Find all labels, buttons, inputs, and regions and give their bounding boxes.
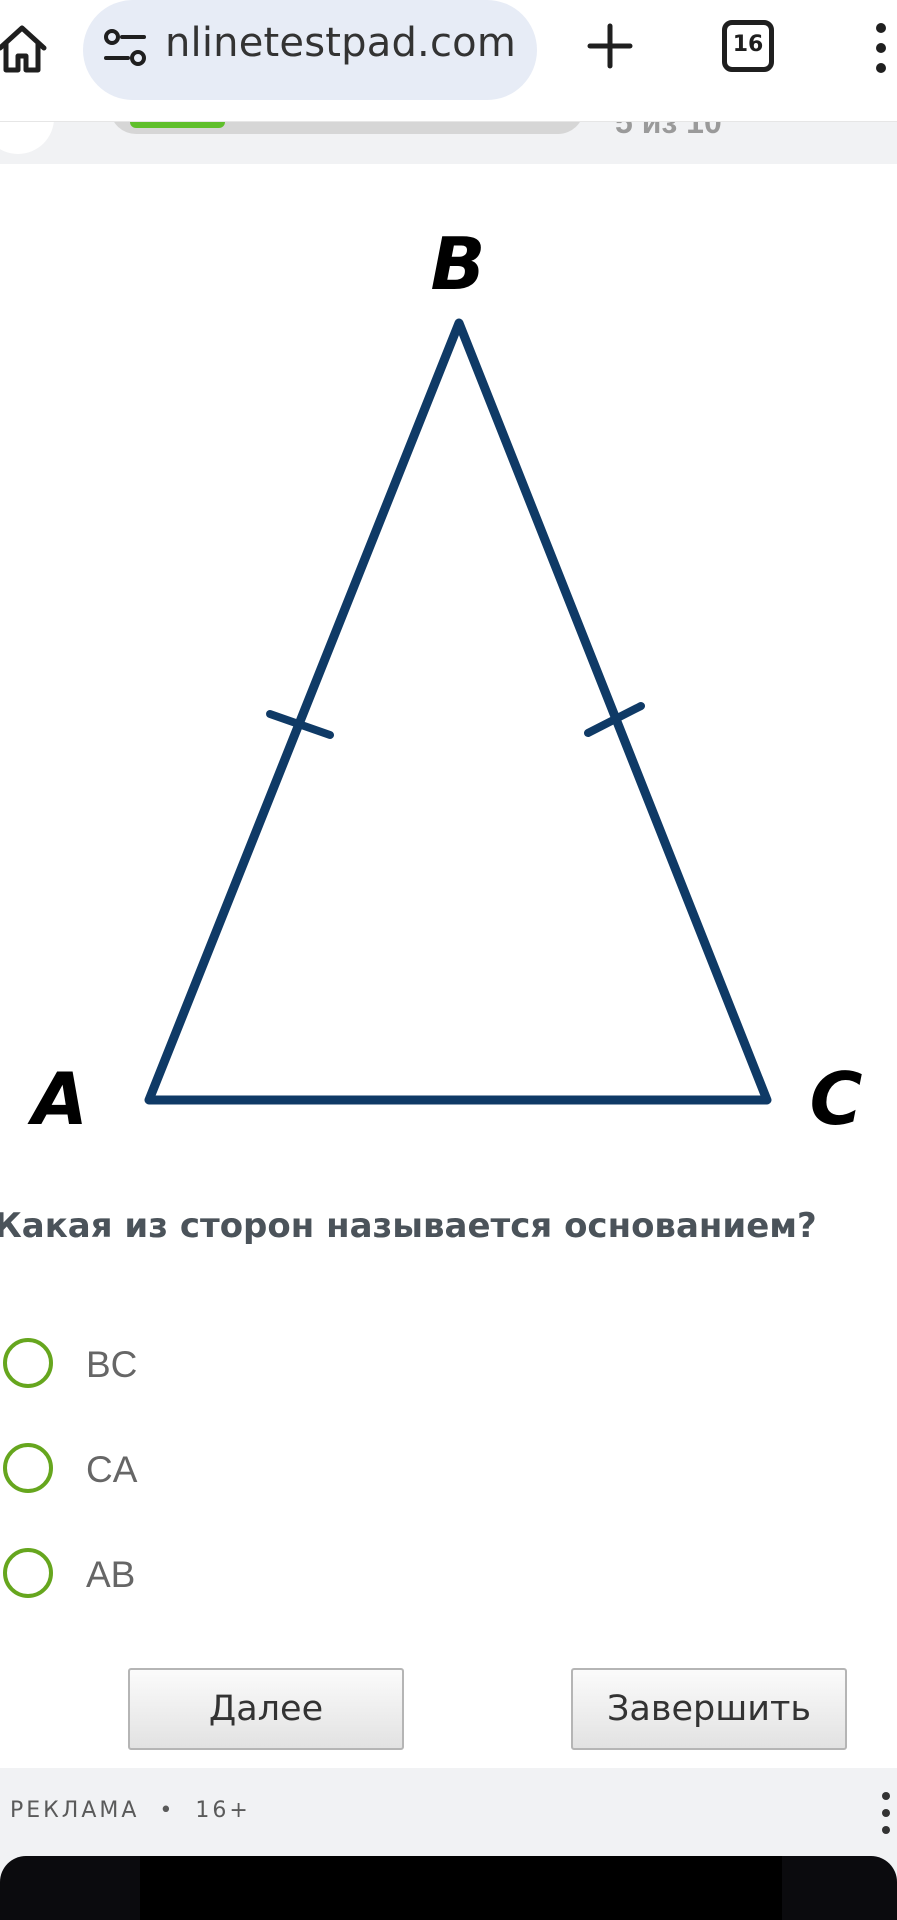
test-progress-bar: 5 5 из 10 — [0, 122, 897, 164]
site-settings-icon[interactable] — [102, 26, 150, 70]
answer-option-label[interactable]: BC — [86, 1344, 137, 1386]
ad-age-rating: 16+ — [195, 1798, 251, 1823]
ad-banner[interactable] — [0, 1856, 897, 1920]
triangle-sides — [144, 318, 772, 1105]
radio-button[interactable] — [3, 1338, 53, 1388]
answer-option-label[interactable]: CA — [86, 1449, 137, 1491]
next-button[interactable]: Далее — [128, 1668, 404, 1750]
ad-label: РЕКЛАМА • 16+ — [10, 1798, 251, 1823]
browser-toolbar: nlinetestpad.com 16 — [0, 0, 897, 122]
more-vert-icon[interactable] — [866, 18, 896, 78]
ad-label-text: РЕКЛАМА — [10, 1798, 140, 1823]
question-number-circle: 5 — [0, 122, 54, 154]
ad-separator: • — [159, 1798, 176, 1823]
url-text[interactable]: nlinetestpad.com — [165, 20, 516, 66]
tab-switcher-icon[interactable]: 16 — [722, 20, 774, 72]
radio-button[interactable] — [3, 1443, 53, 1493]
triangle-figure: B A C — [27, 222, 863, 1141]
progress-label: 5 из 10 — [615, 122, 722, 140]
ad-more-icon[interactable] — [876, 1788, 896, 1838]
home-icon[interactable] — [0, 18, 52, 78]
triangle-shape — [144, 318, 772, 1105]
ad-header: РЕКЛАМА • 16+ — [0, 1768, 897, 1856]
vertex-label-b: B — [431, 222, 486, 306]
ad-banner-content — [140, 1856, 782, 1920]
plus-icon[interactable] — [584, 20, 636, 72]
progress-fill — [130, 122, 225, 128]
question-text: Какая из сторон называется основанием? — [0, 1206, 817, 1246]
finish-button[interactable]: Завершить — [571, 1668, 847, 1750]
radio-button[interactable] — [3, 1548, 53, 1598]
ad-banner-frame — [0, 1856, 897, 1920]
answer-option-ab[interactable]: AB — [0, 1540, 600, 1610]
answer-option-bc[interactable]: BC — [0, 1330, 600, 1400]
answer-option-ca[interactable]: CA — [0, 1435, 600, 1505]
vertex-label-a: A — [27, 1057, 88, 1141]
progress-track — [110, 122, 584, 134]
answer-option-label[interactable]: AB — [86, 1554, 135, 1596]
vertex-label-c: C — [810, 1057, 863, 1141]
